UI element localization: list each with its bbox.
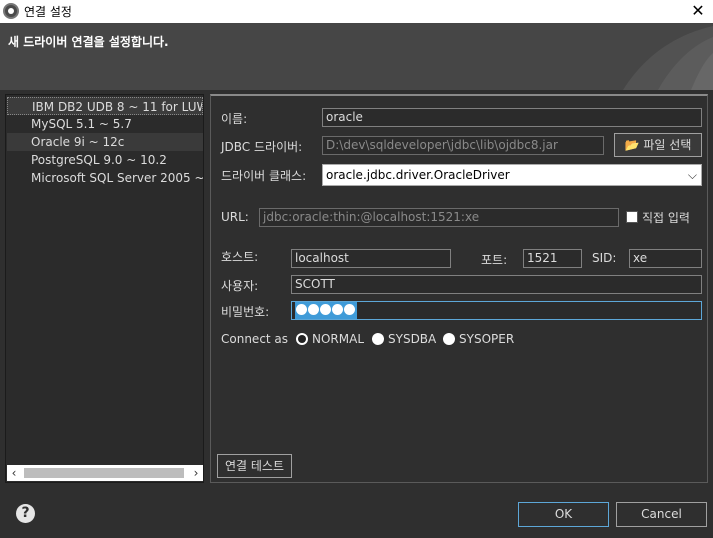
title-bar: 연결 설정 ✕ xyxy=(0,0,713,23)
dialog-header: 새 드라이버 연결을 설정합니다. xyxy=(0,23,713,90)
list-item[interactable]: MySQL 5.1 ~ 5.7 xyxy=(7,115,203,133)
driver-class-value: oracle.jdbc.driver.OracleDriver xyxy=(326,168,510,182)
radio-sysdba[interactable] xyxy=(372,333,384,345)
driver-list[interactable]: IBM DB2 UDB 8 ~ 11 for LUW MySQL 5.1 ~ 5… xyxy=(5,94,204,483)
connection-test-button[interactable]: 연결 테스트 xyxy=(217,454,292,478)
connection-form: 이름: oracle JDBC 드라이버: D:\dev\sqldevelope… xyxy=(210,94,708,483)
password-mask xyxy=(295,302,357,319)
header-heading: 새 드라이버 연결을 설정합니다. xyxy=(8,35,169,49)
host-label: 호스트: xyxy=(221,250,259,264)
scroll-left-icon[interactable]: ‹ xyxy=(7,465,21,481)
app-icon xyxy=(3,3,19,19)
direct-input-label: 직접 입력 xyxy=(642,211,690,225)
name-label: 이름: xyxy=(221,112,248,126)
list-item[interactable]: IBM DB2 UDB 8 ~ 11 for LUW xyxy=(7,97,203,115)
scroll-thumb[interactable] xyxy=(24,468,184,478)
url-input[interactable]: jdbc:oracle:thin:@localhost:1521:xe xyxy=(259,208,619,227)
folder-open-icon: 📂 xyxy=(624,138,640,152)
port-label: 포트: xyxy=(481,253,508,267)
cancel-button[interactable]: Cancel xyxy=(616,502,707,527)
direct-input-checkbox[interactable] xyxy=(626,211,638,223)
radio-sysoper[interactable] xyxy=(443,333,455,345)
header-decoration xyxy=(623,26,713,90)
list-item[interactable]: PostgreSQL 9.0 ~ 10.2 xyxy=(7,151,203,169)
jdbc-driver-input[interactable]: D:\dev\sqldeveloper\jdbc\lib\ojdbc8.jar xyxy=(322,136,604,155)
sid-input[interactable]: xe xyxy=(629,249,702,268)
radio-normal[interactable] xyxy=(296,333,308,345)
sid-label: SID: xyxy=(592,251,617,265)
host-input[interactable]: localhost xyxy=(291,249,451,268)
radio-normal-label: NORMAL xyxy=(312,332,365,346)
help-icon[interactable]: ? xyxy=(16,504,35,523)
scroll-right-icon[interactable]: › xyxy=(189,465,203,481)
window-title: 연결 설정 xyxy=(24,5,72,19)
radio-sysoper-label: SYSOPER xyxy=(459,332,515,346)
password-input[interactable] xyxy=(291,301,702,320)
list-item[interactable]: Oracle 9i ~ 12c xyxy=(7,133,203,151)
close-icon[interactable]: ✕ xyxy=(689,0,707,22)
port-input[interactable]: 1521 xyxy=(523,249,582,268)
radio-sysdba-label: SYSDBA xyxy=(388,332,437,346)
user-input[interactable]: SCOTT xyxy=(291,275,702,294)
file-select-button[interactable]: 📂 파일 선택 xyxy=(614,133,702,157)
driver-class-label: 드라이버 클래스: xyxy=(221,169,307,183)
connect-as-label: Connect as xyxy=(221,332,289,346)
ok-button[interactable]: OK xyxy=(518,502,609,527)
user-label: 사용자: xyxy=(221,279,259,293)
chevron-down-icon: ⌵ xyxy=(687,168,697,182)
horizontal-scrollbar[interactable]: ‹ › xyxy=(7,465,203,481)
driver-class-select[interactable]: oracle.jdbc.driver.OracleDriver ⌵ xyxy=(322,164,702,186)
password-label: 비밀번호: xyxy=(221,305,270,319)
name-input[interactable]: oracle xyxy=(322,108,702,127)
url-label: URL: xyxy=(221,210,249,224)
list-item[interactable]: Microsoft SQL Server 2005 ~ 2019 xyxy=(7,169,203,187)
file-select-label: 파일 선택 xyxy=(643,138,692,152)
jdbc-driver-label: JDBC 드라이버: xyxy=(221,140,303,154)
